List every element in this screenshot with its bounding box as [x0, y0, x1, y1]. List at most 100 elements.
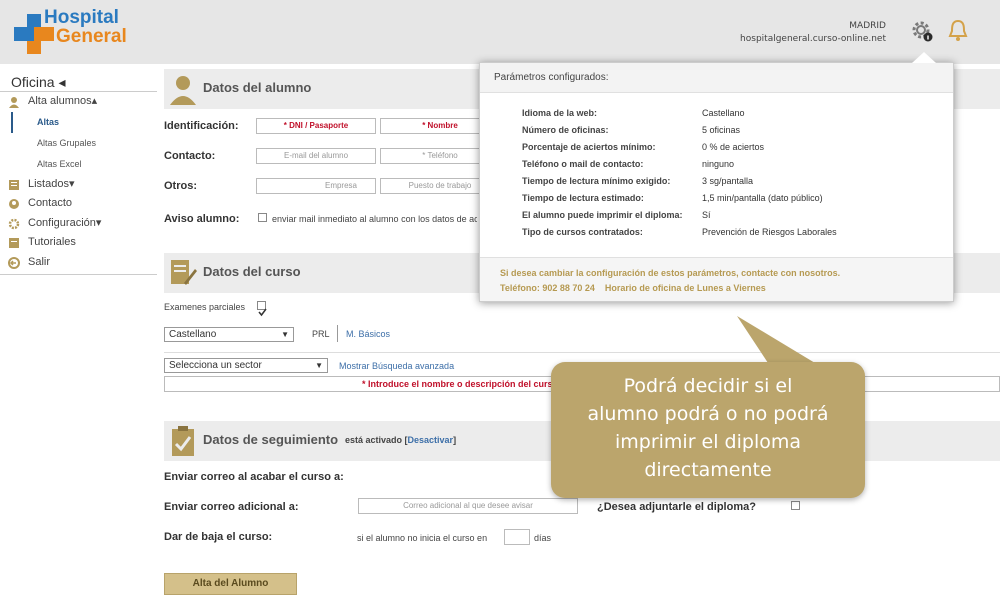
idioma-select-value: Castellano — [169, 329, 217, 340]
sidebar-subitem-altas-excel[interactable]: Altas Excel — [0, 154, 157, 175]
sidebar-item-label: Listados▾ — [28, 177, 75, 190]
dropdown-arrow-icon: ▼ — [281, 330, 289, 339]
aviso-checkbox[interactable] — [258, 213, 267, 222]
sidebar-item-label: Alta alumnos▴ — [28, 95, 98, 107]
sidebar: Oficina ◂ Alta alumnos▴ Altas Altas Grup… — [0, 72, 157, 275]
popup-row: Número de oficinas: 5 oficinas — [522, 125, 740, 135]
idioma-select[interactable]: Castellano ▼ — [164, 327, 294, 342]
popup-row-key: Tipo de cursos contratados: — [522, 227, 643, 237]
prl-label: PRL — [312, 329, 330, 339]
seguimiento-status-close: ] — [453, 435, 457, 445]
seguimiento-status: está activado [Desactivar] — [345, 435, 456, 445]
sidebar-subitem-altas[interactable]: Altas — [11, 111, 157, 133]
sector-select[interactable]: Selecciona un sector ▼ — [164, 358, 328, 373]
document-edit-icon — [171, 260, 197, 285]
callout-line: directamente — [644, 459, 772, 481]
dias-label: días — [534, 533, 552, 543]
sidebar-item-tutoriales[interactable]: Tutoriales — [0, 233, 157, 253]
hospital-logo[interactable]: Hospital General — [14, 8, 139, 56]
busqueda-avanzada-link[interactable]: Mostrar Búsqueda avanzada — [339, 361, 454, 371]
adjuntar-diploma-checkbox[interactable] — [791, 501, 800, 510]
popup-row-value: 1,5 min/pantalla (dato público) — [702, 193, 823, 203]
divider — [337, 325, 338, 342]
callout-line: alumno podrá o no podrá — [587, 403, 829, 425]
dropdown-arrow-icon: ▼ — [315, 361, 323, 370]
header-site: hospitalgeneral.curso-online.net — [740, 34, 886, 44]
basicos-link[interactable]: M. Básicos — [346, 329, 390, 339]
sidebar-divider — [0, 274, 157, 275]
popup-row: Porcentaje de aciertos mínimo: 0 % de aci… — [522, 142, 764, 152]
popup-row: Tiempo de lectura mínimo exigido: 3 sg/pa… — [522, 176, 753, 186]
aviso-label: Aviso alumno: — [164, 213, 240, 225]
logo-text-general: General — [56, 26, 127, 47]
parametros-popup: Parámetros configurados: Idioma de la we… — [479, 62, 954, 302]
popup-row-key: Idioma de la web: — [522, 108, 598, 118]
tooltip-callout: Podrá decidir si el alumno podrá o no po… — [551, 362, 865, 498]
sidebar-item-label: Contacto — [28, 197, 73, 209]
correo-adicional-label: Enviar correo adicional a: — [164, 501, 299, 513]
sidebar-item-label: Salir — [28, 255, 51, 268]
callout-line: imprimir el diploma — [614, 431, 802, 453]
popup-footer-line2: Teléfono: 902 88 70 24 Horario de oficin… — [500, 283, 766, 293]
seguimiento-status-text: está activado [ — [345, 435, 408, 445]
acabar-curso-label: Enviar correo al acabar el curso a: — [164, 471, 344, 483]
popup-row-value: ninguno — [702, 159, 735, 169]
sidebar-item-alta-alumnos[interactable]: Alta alumnos▴ — [0, 92, 157, 112]
identificacion-label: Identificación: — [164, 120, 239, 132]
sidebar-title[interactable]: Oficina ◂ — [0, 72, 157, 92]
popup-row-key: Teléfono o mail de contacto: — [522, 159, 644, 169]
popup-row: Teléfono o mail de contacto: ninguno — [522, 159, 734, 169]
popup-row-value: Prevención de Riesgos Laborales — [702, 227, 837, 237]
gear-icon — [8, 218, 20, 229]
dias-field[interactable] — [504, 529, 530, 545]
section-alumno-title: Datos del alumno — [203, 80, 312, 95]
tutorial-icon — [9, 238, 19, 248]
examenes-checkbox[interactable] — [257, 301, 267, 317]
desactivar-link[interactable]: Desactivar — [408, 435, 454, 445]
popup-row: Idioma de la web: Castellano — [522, 108, 745, 118]
popup-pointer — [912, 52, 936, 63]
popup-row-key: Porcentaje de aciertos mínimo: — [522, 142, 656, 152]
contact-icon — [9, 199, 19, 209]
sidebar-item-label: Tutoriales — [28, 236, 76, 248]
sector-select-value: Selecciona un sector — [169, 360, 262, 371]
popup-row: Tiempo de lectura estimado: 1,5 min/panta… — [522, 193, 823, 203]
alta-alumno-button[interactable]: Alta del Alumno — [164, 573, 297, 595]
user-icon — [9, 97, 19, 108]
dni-field[interactable]: * DNI / Pasaporte — [256, 118, 376, 134]
header-account-info: MADRID hospitalgeneral.curso-online.net — [740, 20, 886, 46]
aviso-text: enviar mail inmediato al alumno con los … — [272, 214, 477, 224]
examenes-label: Examenes parciales — [164, 302, 246, 312]
sidebar-item-contacto[interactable]: Contacto — [0, 194, 157, 214]
sidebar-item-salir[interactable]: Salir — [0, 253, 157, 273]
popup-row-value: 3 sg/pantalla — [702, 176, 754, 186]
sidebar-item-label: Configuración▾ — [28, 216, 102, 229]
exit-icon — [8, 256, 20, 269]
correo-adicional-field[interactable]: Correo adicional al que desee avisar — [358, 498, 578, 514]
sidebar-item-configuracion[interactable]: Configuración▾ — [0, 214, 157, 234]
sidebar-subitem-altas-grupales[interactable]: Altas Grupales — [0, 133, 157, 154]
popup-row-value: 0 % de aciertos — [702, 142, 765, 152]
popup-title: Parámetros configurados: — [480, 63, 953, 93]
logo-text-hospital: Hospital — [44, 7, 119, 28]
popup-row-value: Castellano — [702, 108, 745, 118]
email-field[interactable]: E-mail del alumno — [256, 148, 376, 164]
popup-row-key: Número de oficinas: — [522, 125, 609, 135]
bell-icon[interactable] — [947, 18, 969, 44]
contacto-label: Contacto: — [164, 150, 216, 162]
top-bar: Hospital General MADRID hospitalgeneral.… — [0, 0, 1000, 64]
popup-row-value: 5 oficinas — [702, 125, 741, 135]
dar-de-baja-text: si el alumno no inicia el curso en — [357, 533, 488, 543]
section-seguimiento-title: Datos de seguimiento — [203, 432, 339, 447]
divider — [164, 352, 1000, 353]
gear-icon[interactable] — [910, 18, 934, 44]
popup-footer: Si desea cambiar la configuración de est… — [480, 257, 953, 301]
popup-row-key: Tiempo de lectura mínimo exigido: — [522, 176, 671, 186]
otros-label: Otros: — [164, 180, 197, 192]
clipboard-check-icon — [172, 426, 194, 456]
popup-row: El alumno puede imprimir el diploma: Sí — [522, 210, 711, 220]
sidebar-item-listados[interactable]: Listados▾ — [0, 175, 157, 195]
adjuntar-diploma-label: ¿Desea adjuntarle el diploma? — [597, 501, 756, 513]
empresa-field[interactable]: Empresa — [256, 178, 376, 194]
popup-footer-line1: Si desea cambiar la configuración de est… — [500, 268, 841, 278]
